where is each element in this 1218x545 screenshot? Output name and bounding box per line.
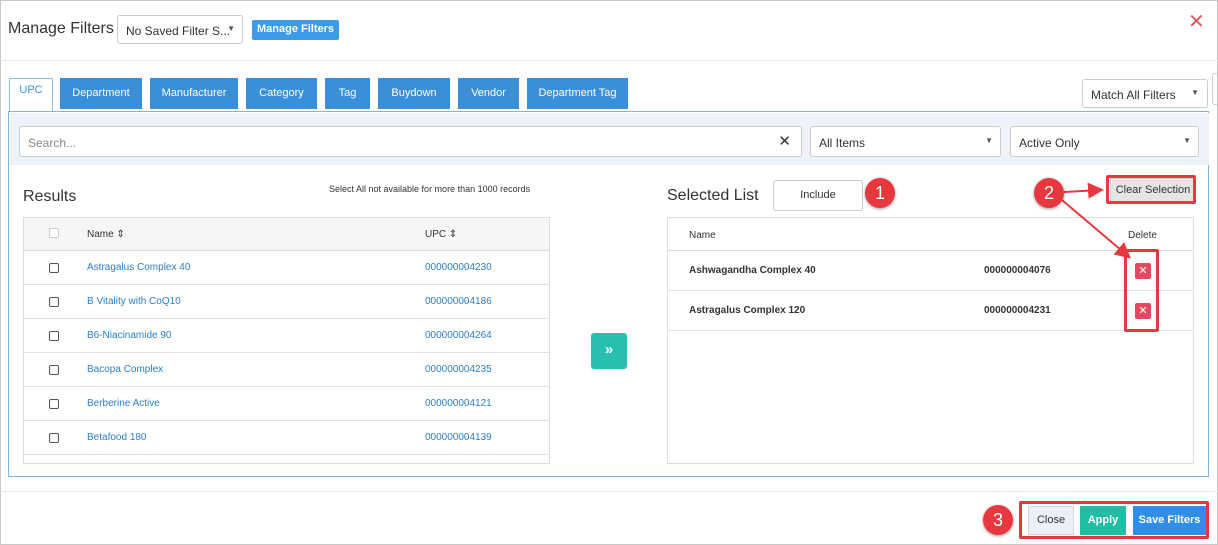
search-input[interactable]: Search... ✕ <box>19 126 802 157</box>
row-checkbox[interactable] <box>49 331 59 341</box>
callout-highlight-footer <box>1019 501 1209 539</box>
row-name-link[interactable]: Astragalus Complex 40 <box>87 262 190 273</box>
results-table: Name ⇕ UPC ⇕ Astragalus Complex 40 00000… <box>23 217 550 464</box>
modal-title: Manage Filters <box>8 20 114 37</box>
table-row[interactable]: Betafood 180 000000004139 <box>24 421 549 455</box>
include-toggle-button[interactable]: Include <box>773 180 863 211</box>
results-title: Results <box>23 188 77 205</box>
status-select-value: Active Only <box>1019 136 1080 150</box>
table-row[interactable]: Bacopa Complex 000000004235 <box>24 353 549 387</box>
select-all-checkbox[interactable] <box>49 228 59 238</box>
callout-badge-1: 1 <box>865 178 895 208</box>
chevron-down-icon: ▼ <box>227 24 235 33</box>
selected-row-upc: 000000004076 <box>984 265 1051 276</box>
select-all-note: Select All not available for more than 1… <box>329 184 531 194</box>
chevron-down-icon: ▼ <box>1191 88 1199 97</box>
table-row[interactable]: Astragalus Complex 40 000000004230 <box>24 251 549 285</box>
row-name-link[interactable]: Betafood 180 <box>87 432 147 443</box>
row-upc-link[interactable]: 000000004139 <box>425 432 492 443</box>
results-header: Name ⇕ UPC ⇕ <box>24 218 549 251</box>
saved-filter-select[interactable]: No Saved Filter S... ▼ <box>117 15 243 44</box>
table-row[interactable]: B Vitality with CoQ10 000000004186 <box>24 285 549 319</box>
tab-upc[interactable]: UPC <box>9 78 53 111</box>
selected-row-name: Ashwagandha Complex 40 <box>689 265 816 276</box>
tab-buydown[interactable]: Buydown <box>378 78 450 109</box>
header-divider <box>0 60 1218 61</box>
row-upc-link[interactable]: 000000004121 <box>425 398 492 409</box>
column-delete-header: Delete <box>1128 230 1157 241</box>
selected-table: Name Delete Ashwagandha Complex 40 00000… <box>667 217 1194 464</box>
chevron-down-icon: ▼ <box>1183 136 1191 145</box>
row-checkbox[interactable] <box>49 433 59 443</box>
status-select[interactable]: Active Only ▼ <box>1010 126 1199 157</box>
scroll-handle[interactable] <box>1212 73 1218 105</box>
column-upc-header[interactable]: UPC ⇕ <box>425 229 457 240</box>
filter-panel: Search... ✕ All Items ▼ Active Only ▼ Re… <box>8 111 1209 477</box>
row-checkbox[interactable] <box>49 399 59 409</box>
items-select-value: All Items <box>819 136 866 150</box>
selected-header: Name Delete <box>668 218 1193 251</box>
column-name-header[interactable]: Name ⇕ <box>87 229 125 240</box>
row-checkbox[interactable] <box>49 297 59 307</box>
tab-manufacturer[interactable]: Manufacturer <box>150 78 238 109</box>
match-filters-select[interactable]: Match All Filters ▼ <box>1082 79 1208 108</box>
row-name-link[interactable]: B Vitality with CoQ10 <box>87 296 181 307</box>
row-name-link[interactable]: B6-Niacinamide 90 <box>87 330 172 341</box>
row-checkbox[interactable] <box>49 365 59 375</box>
callout-highlight-clear <box>1106 175 1196 204</box>
row-checkbox[interactable] <box>49 263 59 273</box>
tab-vendor[interactable]: Vendor <box>458 78 519 109</box>
selected-row: Astragalus Complex 120 000000004231 ✕ <box>668 291 1193 331</box>
manage-filters-button[interactable]: Manage Filters <box>252 20 340 40</box>
selected-list-title: Selected List <box>667 187 759 204</box>
table-row[interactable]: B6-Niacinamide 90 000000004264 <box>24 319 549 353</box>
match-filters-value: Match All Filters <box>1091 88 1176 102</box>
row-upc-link[interactable]: 000000004235 <box>425 364 492 375</box>
table-row[interactable]: Berberine Active 000000004121 <box>24 387 549 421</box>
column-name-header: Name <box>689 230 716 241</box>
tab-tag[interactable]: Tag <box>325 78 370 109</box>
tab-category[interactable]: Category <box>246 78 317 109</box>
tab-department[interactable]: Department <box>60 78 142 109</box>
selected-row: Ashwagandha Complex 40 000000004076 ✕ <box>668 251 1193 291</box>
row-upc-link[interactable]: 000000004186 <box>425 296 492 307</box>
callout-badge-3: 3 <box>983 505 1013 535</box>
callout-badge-2: 2 <box>1034 178 1064 208</box>
row-name-link[interactable]: Berberine Active <box>87 398 160 409</box>
tab-department-tag[interactable]: Department Tag <box>527 78 628 109</box>
items-select[interactable]: All Items ▼ <box>810 126 1001 157</box>
selected-row-name: Astragalus Complex 120 <box>689 305 806 316</box>
selected-row-upc: 000000004231 <box>984 305 1051 316</box>
chevron-down-icon: ▼ <box>985 136 993 145</box>
close-icon[interactable]: ✕ <box>1188 12 1205 32</box>
saved-filter-value: No Saved Filter S... <box>126 24 231 38</box>
clear-search-icon[interactable]: ✕ <box>778 132 791 150</box>
callout-highlight-delete <box>1124 249 1159 332</box>
row-name-link[interactable]: Bacopa Complex <box>87 364 163 375</box>
footer-divider <box>0 491 1218 492</box>
row-upc-link[interactable]: 000000004264 <box>425 330 492 341</box>
search-placeholder: Search... <box>28 136 77 150</box>
move-to-selected-button[interactable]: » <box>591 333 627 369</box>
row-upc-link[interactable]: 000000004230 <box>425 262 492 273</box>
